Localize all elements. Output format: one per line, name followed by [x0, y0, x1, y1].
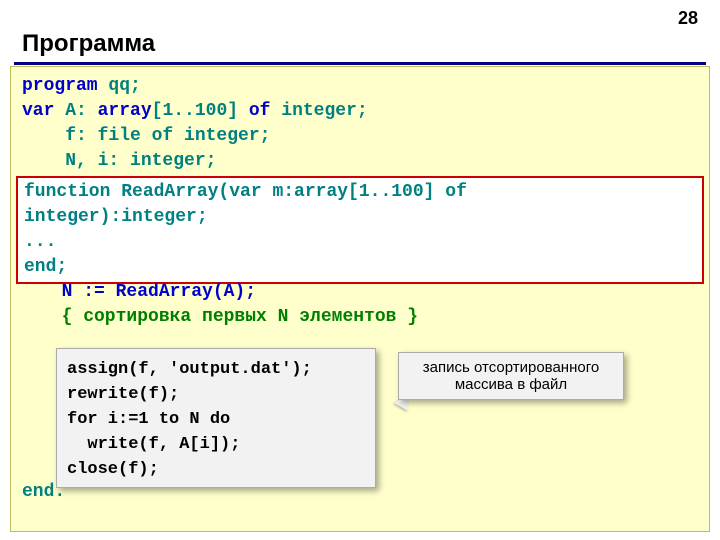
txt: integer; [270, 101, 367, 121]
txt: [1..100] [152, 101, 249, 121]
kw-var: var [22, 101, 54, 121]
title-rule [14, 62, 706, 65]
callout-box: запись отсортированного массива в файл [398, 352, 624, 400]
txt: qq; [98, 76, 141, 96]
g5: close(f); [67, 457, 365, 482]
code-block-declarations: program qq; var A: array[1..100] of inte… [22, 74, 368, 174]
g2: rewrite(f); [67, 382, 365, 407]
kw-array: array [98, 101, 152, 121]
page-number: 28 [678, 8, 698, 29]
func-line4: end; [24, 255, 696, 280]
decl-f: f: file of integer; [22, 126, 270, 146]
end-line: end. [22, 480, 65, 505]
func-line3: ... [24, 230, 696, 255]
func-line1: function ReadArray(var m:array[1..100] o… [24, 180, 696, 205]
decl-ni: N, i: integer; [22, 151, 216, 171]
comment-line: { сортировка первых N элементов } [40, 307, 418, 327]
callout-line2: массива в файл [407, 376, 615, 393]
func-line2: integer):integer; [24, 205, 696, 230]
callout-line1: запись отсортированного [407, 359, 615, 376]
txt: A: [54, 101, 97, 121]
code-block-call: N := ReadArray(A); { сортировка первых N… [40, 280, 418, 330]
call-line: N := ReadArray(A); [40, 282, 256, 302]
g1: assign(f, 'output.dat'); [67, 357, 365, 382]
page-title: Программа [22, 30, 155, 58]
kw-program: program [22, 76, 98, 96]
g4: write(f, A[i]); [67, 432, 365, 457]
file-write-box: assign(f, 'output.dat'); rewrite(f); for… [56, 348, 376, 488]
function-box: function ReadArray(var m:array[1..100] o… [16, 176, 704, 284]
kw-of: of [249, 101, 271, 121]
g3: for i:=1 to N do [67, 407, 365, 432]
